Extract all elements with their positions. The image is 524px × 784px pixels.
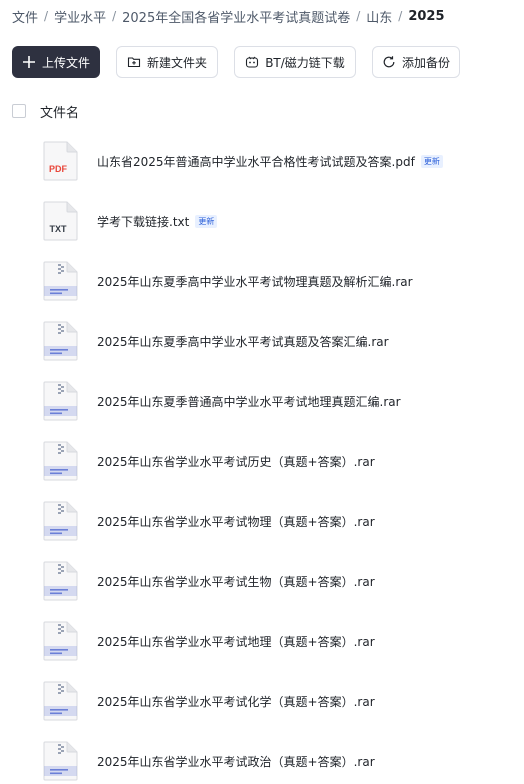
pdf-icon-label: PDF xyxy=(49,164,68,174)
upload-file-button[interactable]: 上传文件 xyxy=(12,46,100,78)
file-row[interactable]: 2025年山东省学业水平考试历史（真题+答案）.rar xyxy=(0,431,524,491)
archive-file-icon xyxy=(42,681,78,721)
breadcrumb-current: 2025 xyxy=(408,8,445,24)
bt-magnet-download-button[interactable]: BT/磁力链下载 xyxy=(234,46,356,78)
folder-add-icon xyxy=(127,55,141,69)
new-folder-button[interactable]: 新建文件夹 xyxy=(116,46,218,78)
file-name-container: 2025年山东省学业水平考试物理（真题+答案）.rar xyxy=(97,513,375,530)
file-row[interactable]: 2025年山东省学业水平考试政治（真题+答案）.rar xyxy=(0,731,524,784)
file-row[interactable]: TXT 学考下载链接.txt 更新 xyxy=(0,191,524,251)
file-name-container: 2025年山东夏季高中学业水平考试物理真题及解析汇编.rar xyxy=(97,273,413,290)
add-backup-label: 添加备份 xyxy=(401,55,450,70)
file-row[interactable]: 2025年山东夏季高中学业水平考试物理真题及解析汇编.rar xyxy=(0,251,524,311)
file-row[interactable]: 2025年山东省学业水平考试地理（真题+答案）.rar xyxy=(0,611,524,671)
new-folder-label: 新建文件夹 xyxy=(146,55,207,70)
upload-file-label: 上传文件 xyxy=(41,55,90,70)
file-row[interactable]: 2025年山东省学业水平考试化学（真题+答案）.rar xyxy=(0,671,524,731)
file-name[interactable]: 2025年山东夏季高中学业水平考试真题及答案汇编.rar xyxy=(97,333,389,350)
file-name[interactable]: 2025年山东省学业水平考试地理（真题+答案）.rar xyxy=(97,633,375,650)
file-name-container: 2025年山东省学业水平考试政治（真题+答案）.rar xyxy=(97,753,375,770)
breadcrumb-item-academic-level[interactable]: 学业水平 xyxy=(54,7,106,26)
file-name[interactable]: 2025年山东省学业水平考试化学（真题+答案）.rar xyxy=(97,693,375,710)
breadcrumb-item-files[interactable]: 文件 xyxy=(12,7,38,26)
file-row[interactable]: PDF 山东省2025年普通高中学业水平合格性考试试题及答案.pdf 更新 xyxy=(0,131,524,191)
file-name-container: 2025年山东省学业水平考试地理（真题+答案）.rar xyxy=(97,633,375,650)
file-list-header: 文件名 xyxy=(12,102,80,121)
breadcrumb-separator: / xyxy=(112,9,117,23)
file-name-container: 学考下载链接.txt 更新 xyxy=(97,213,218,230)
file-name-container: 山东省2025年普通高中学业水平合格性考试试题及答案.pdf 更新 xyxy=(97,153,443,170)
file-row[interactable]: 2025年山东夏季高中学业水平考试真题及答案汇编.rar xyxy=(0,311,524,371)
add-backup-button[interactable]: 添加备份 xyxy=(372,46,460,78)
file-name-container: 2025年山东夏季普通高中学业水平考试地理真题汇编.rar xyxy=(97,393,401,410)
column-header-filename: 文件名 xyxy=(40,105,80,121)
file-name-container: 2025年山东省学业水平考试生物（真题+答案）.rar xyxy=(97,573,375,590)
breadcrumb-separator: / xyxy=(44,9,49,23)
file-name-container: 2025年山东省学业水平考试化学（真题+答案）.rar xyxy=(97,693,375,710)
file-name[interactable]: 2025年山东省学业水平考试物理（真题+答案）.rar xyxy=(97,513,375,530)
file-name-container: 2025年山东省学业水平考试历史（真题+答案）.rar xyxy=(97,453,375,470)
archive-file-icon xyxy=(42,501,78,541)
breadcrumb: 文件 / 学业水平 / 2025年全国各省学业水平考试真题试卷 / 山东 / 2… xyxy=(12,6,445,26)
breadcrumb-item-exam-collection[interactable]: 2025年全国各省学业水平考试真题试卷 xyxy=(122,7,350,26)
plus-icon xyxy=(22,55,36,69)
breadcrumb-separator: / xyxy=(356,9,361,23)
updated-badge: 更新 xyxy=(195,215,218,228)
file-row[interactable]: 2025年山东省学业水平考试生物（真题+答案）.rar xyxy=(0,551,524,611)
pdf-file-icon: PDF xyxy=(42,141,78,181)
archive-file-icon xyxy=(42,321,78,361)
archive-file-icon xyxy=(42,381,78,421)
updated-badge: 更新 xyxy=(420,155,443,168)
breadcrumb-item-shandong[interactable]: 山东 xyxy=(366,7,392,26)
archive-file-icon xyxy=(42,441,78,481)
file-browser-page: 文件 / 学业水平 / 2025年全国各省学业水平考试真题试卷 / 山东 / 2… xyxy=(0,0,524,784)
archive-file-icon xyxy=(42,261,78,301)
file-row[interactable]: 2025年山东省学业水平考试物理（真题+答案）.rar xyxy=(0,491,524,551)
file-name[interactable]: 2025年山东夏季普通高中学业水平考试地理真题汇编.rar xyxy=(97,393,401,410)
file-name[interactable]: 山东省2025年普通高中学业水平合格性考试试题及答案.pdf xyxy=(97,153,415,170)
file-name[interactable]: 2025年山东省学业水平考试生物（真题+答案）.rar xyxy=(97,573,375,590)
bt-magnet-download-label: BT/磁力链下载 xyxy=(265,55,345,70)
archive-file-icon xyxy=(42,621,78,661)
file-name[interactable]: 2025年山东省学业水平考试历史（真题+答案）.rar xyxy=(97,453,375,470)
file-name[interactable]: 2025年山东夏季高中学业水平考试物理真题及解析汇编.rar xyxy=(97,273,413,290)
file-name[interactable]: 2025年山东省学业水平考试政治（真题+答案）.rar xyxy=(97,753,375,770)
archive-file-icon xyxy=(42,741,78,781)
file-name[interactable]: 学考下载链接.txt xyxy=(97,213,189,230)
file-row[interactable]: 2025年山东夏季普通高中学业水平考试地理真题汇编.rar xyxy=(0,371,524,431)
refresh-icon xyxy=(382,55,396,69)
txt-icon-label: TXT xyxy=(50,224,68,234)
bt-icon xyxy=(245,55,259,69)
select-all-checkbox[interactable] xyxy=(12,104,26,118)
archive-file-icon xyxy=(42,561,78,601)
file-name-container: 2025年山东夏季高中学业水平考试真题及答案汇编.rar xyxy=(97,333,389,350)
breadcrumb-separator: / xyxy=(398,9,403,23)
txt-file-icon: TXT xyxy=(42,201,78,241)
